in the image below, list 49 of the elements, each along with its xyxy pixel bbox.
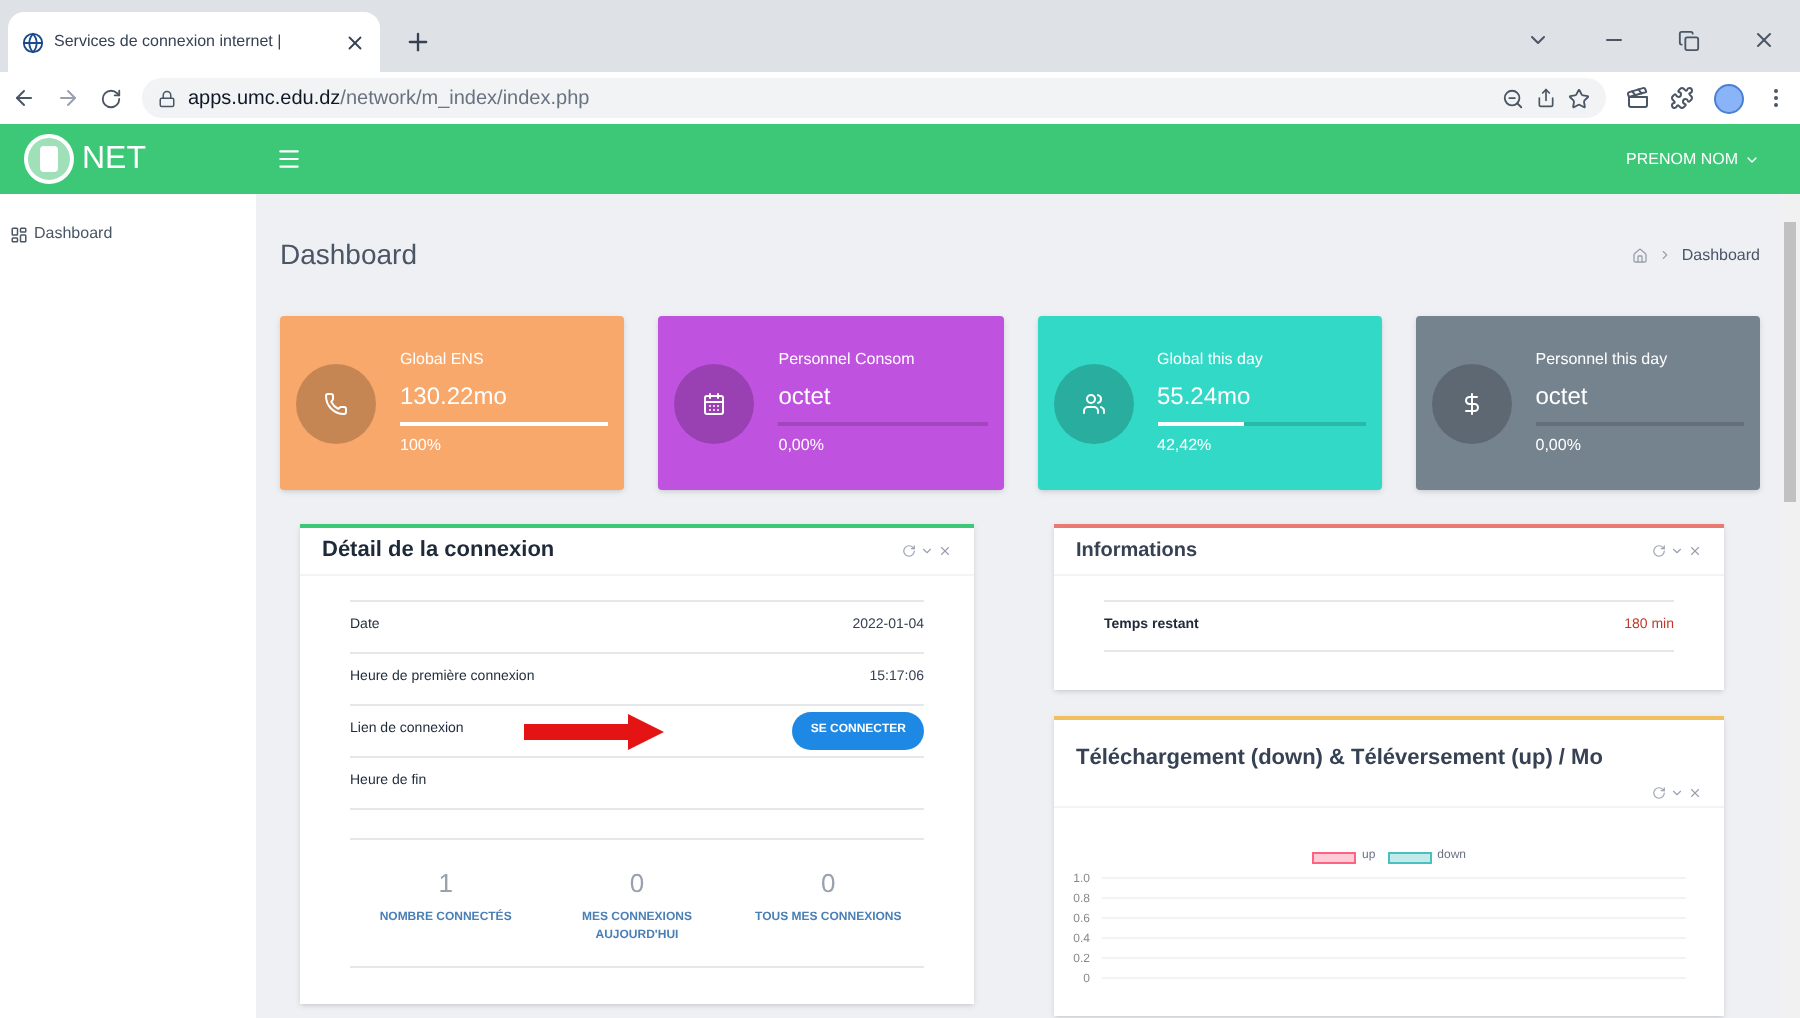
stat-value: 1 xyxy=(438,866,453,902)
brand-name: NET xyxy=(82,139,146,179)
profile-avatar[interactable] xyxy=(1714,83,1744,113)
card-value: 55.24mo xyxy=(1157,380,1253,414)
calendar-icon xyxy=(702,391,727,415)
card-title: Global this day xyxy=(1157,348,1265,372)
users-icon xyxy=(1081,391,1105,415)
phone-icon xyxy=(324,391,348,415)
card-value: octet xyxy=(1535,380,1590,414)
card-percent: 0,00% xyxy=(1535,434,1583,458)
close-icon[interactable] xyxy=(1752,28,1776,52)
chevron-icon xyxy=(1657,248,1672,262)
logo-icon xyxy=(24,134,74,184)
stat-value: 0 xyxy=(821,866,836,902)
stat-value: 0 xyxy=(629,866,645,902)
dashboard-icon xyxy=(10,225,28,243)
zoom-icon[interactable] xyxy=(1502,87,1524,109)
address-bar[interactable]: apps.umc.edu.dz/network/m_index/index.php xyxy=(142,78,1606,118)
extensions-icon[interactable] xyxy=(1670,86,1694,110)
dollar-icon xyxy=(1459,391,1484,415)
panel-title: Téléchargement (down) & Téléversement (up) / Mo xyxy=(1076,746,1603,770)
panel-title: Détail de la connexion xyxy=(322,536,555,567)
card-percent: 42,42% xyxy=(1157,434,1214,458)
forward-icon[interactable] xyxy=(56,86,80,110)
star-icon[interactable] xyxy=(1568,87,1590,109)
arrow-icon xyxy=(524,713,665,749)
url-text: apps.umc.edu.dz/network/m_index/index.php xyxy=(188,85,590,113)
panel-title: Informations xyxy=(1076,538,1198,566)
tab-title: Services de connexion internet | xyxy=(54,30,282,54)
page-title: Dashboard xyxy=(280,236,417,274)
new-tab-icon[interactable] xyxy=(404,28,432,56)
globe-icon xyxy=(22,31,44,53)
card-title: Personnel this day xyxy=(1535,348,1670,372)
breadcrumb-item: Dashboard xyxy=(1681,243,1760,267)
card-value: octet xyxy=(778,380,833,414)
card-title: Global ENS xyxy=(400,348,486,372)
close-icon[interactable] xyxy=(344,31,366,53)
card-percent: 100% xyxy=(400,434,443,458)
sidebar-item[interactable]: Dashboard xyxy=(10,222,256,246)
lock-icon xyxy=(158,89,176,107)
card-percent: 0,00% xyxy=(778,434,826,458)
card-value: 130.22mo xyxy=(400,380,509,414)
extension-icon[interactable] xyxy=(1626,86,1650,110)
restore-icon[interactable] xyxy=(1678,29,1700,51)
browser-tab[interactable]: Services de connexion internet | xyxy=(8,12,380,72)
card-title: Personnel Consom xyxy=(778,348,917,372)
back-icon[interactable] xyxy=(12,86,36,110)
share-icon[interactable] xyxy=(1536,88,1556,108)
reload-icon[interactable] xyxy=(100,87,122,109)
